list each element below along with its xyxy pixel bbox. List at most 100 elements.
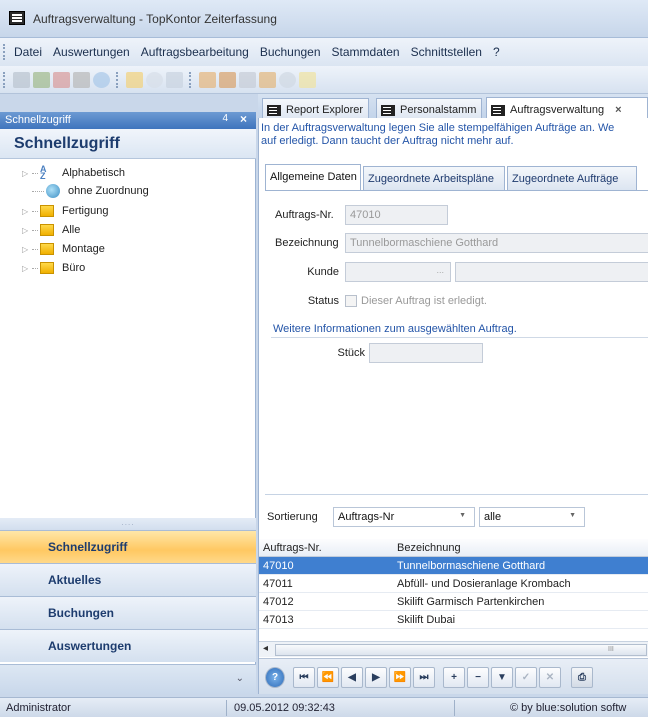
more-info-link[interactable]: Weitere Informationen zum ausgewählten A… [273,323,517,335]
delete-record-button[interactable]: − [467,667,489,688]
tree-item-label: Montage [62,243,105,255]
erledigt-checkbox[interactable] [345,295,357,307]
prev-record-button[interactable]: ◀ [341,667,363,688]
tab-allgemeine-daten[interactable]: Allgemeine Daten [265,164,361,191]
last-record-button[interactable]: ⏭ [413,667,435,688]
tree-item-ohne-zuordnung[interactable]: ohne Zuordnung [22,182,149,200]
order-management-panel: In der Auftragsverwaltung legen Sie alle… [258,118,648,694]
chevron-down-icon[interactable]: ⌄ [236,673,244,684]
pin-icon[interactable]: 4 [222,113,228,124]
toolbar-icon-6[interactable] [126,72,143,88]
sort-select[interactable]: Auftrags-Nr ▼ [333,507,475,527]
table-row[interactable]: 47012 Skilift Garmisch Partenkirchen [259,593,648,611]
expand-icon[interactable]: ▷ [22,226,32,235]
kunde-number-field[interactable]: ... [345,262,451,282]
toolbar-icon-3[interactable] [53,72,70,88]
kunde-name-field[interactable] [455,262,648,282]
table-row[interactable]: 47011 Abfüll- und Dosieranlage Krombach [259,575,648,593]
document-icon[interactable] [239,72,256,88]
nav-splitter[interactable]: .... [0,518,256,530]
az-sort-icon: AZ [40,164,47,181]
calendar-icon[interactable] [166,72,183,88]
tree-item-montage[interactable]: ▷ Montage [22,240,105,258]
record-navigator: ? ⏮ ⏪ ◀ ▶ ⏩ ⏭ + − ▼ ✓ ✕ ⎙ [259,658,648,694]
bezeichnung-field[interactable]: Tunnelbormaschiene Gotthard [345,233,648,253]
nav-overflow[interactable]: ⌄ [0,664,256,694]
menu-auftragsbearbeitung[interactable]: Auftragsbearbeitung [141,45,249,59]
tab-personalstamm[interactable]: Personalstamm [376,98,483,118]
table-row[interactable]: 47010 Tunnelbormaschiene Gotthard [259,557,648,575]
tab-zugeordnete-auftraege[interactable]: Zugeordnete Aufträge [507,166,637,190]
prev-page-button[interactable]: ⏪ [317,667,339,688]
toolbar [0,66,648,94]
scroll-left-icon[interactable]: ◂ [263,643,268,654]
expand-icon[interactable]: ▷ [22,169,32,178]
edit-record-button[interactable]: ▼ [491,667,513,688]
help-icon[interactable] [93,72,110,88]
save-record-button[interactable]: ✓ [515,667,537,688]
tab-arbeitsplaene[interactable]: Zugeordnete Arbeitspläne [363,166,505,190]
user-icon[interactable] [199,72,216,88]
stueck-field[interactable] [369,343,483,363]
table-row[interactable]: 47013 Skilift Dubai [259,611,648,629]
expand-icon[interactable]: ▷ [22,264,32,273]
group-icon[interactable] [259,72,276,88]
sort-bar: Sortierung Auftrags-Nr ▼ alle ▼ [265,494,648,538]
add-record-button[interactable]: + [443,667,465,688]
menu-stammdaten[interactable]: Stammdaten [332,45,400,59]
nav-auswertungen[interactable]: Auswertungen [0,629,256,662]
help-icon[interactable]: ? [265,667,285,688]
menu-datei[interactable]: Datei [14,45,42,59]
ellipsis-button[interactable]: ... [436,265,444,275]
toolbar-grip-3[interactable] [189,72,191,88]
auftrags-nr-field[interactable]: 47010 [345,205,448,225]
menu-grip[interactable] [3,44,5,60]
menu-help[interactable]: ? [493,45,500,59]
next-page-button[interactable]: ⏩ [389,667,411,688]
menu-schnittstellen[interactable]: Schnittstellen [411,45,482,59]
scroll-thumb[interactable]: III [275,644,647,656]
tree-item-buero[interactable]: ▷ Büro [22,259,85,277]
expand-icon[interactable]: ▷ [22,245,32,254]
next-record-button[interactable]: ▶ [365,667,387,688]
separator [271,337,648,338]
column-header-nr[interactable]: Auftrags-Nr. [263,542,322,554]
menu-auswertungen[interactable]: Auswertungen [53,45,130,59]
tab-report-explorer[interactable]: Report Explorer [262,98,370,118]
horizontal-scrollbar[interactable]: ◂ III [259,641,648,657]
detail-tabs: Allgemeine Daten Zugeordnete Arbeitsplän… [265,164,648,191]
tree-item-fertigung[interactable]: ▷ Fertigung [22,202,108,220]
status-datetime: 09.05.2012 09:32:43 [234,702,335,714]
nav-aktuelles[interactable]: Aktuelles [0,563,256,596]
toolbar-grip[interactable] [3,72,5,88]
window-title: Auftragsverwaltung - TopKontor Zeiterfas… [33,12,277,26]
clock-icon[interactable] [279,72,296,88]
app-icon[interactable] [9,11,25,25]
tab-auftragsverwaltung[interactable]: Auftragsverwaltung × [486,97,648,119]
tools-icon[interactable] [73,72,90,88]
info-text: In der Auftragsverwaltung legen Sie alle… [261,122,648,148]
tab-label: Personalstamm [400,104,477,116]
print-icon[interactable]: ⎙ [571,667,593,688]
column-header-bezeichnung[interactable]: Bezeichnung [397,542,461,554]
expand-icon[interactable]: ▷ [22,207,32,216]
status-copyright: © by blue:solution softw [510,702,627,714]
tree-item-alle[interactable]: ▷ Alle [22,221,80,239]
toolbar-grip-2[interactable] [116,72,118,88]
users-icon[interactable] [219,72,236,88]
nav-buchungen[interactable]: Buchungen [0,596,256,629]
panel-close-icon[interactable]: × [240,112,247,126]
first-record-button[interactable]: ⏮ [293,667,315,688]
tab-label: Auftragsverwaltung [510,104,605,116]
nav-schnellzugriff[interactable]: Schnellzugriff [0,530,256,563]
toolbar-icon-1[interactable] [13,72,30,88]
erledigt-text: Dieser Auftrag ist erledigt. [361,295,487,307]
close-icon[interactable]: × [615,104,621,116]
menu-buchungen[interactable]: Buchungen [260,45,321,59]
toolbar-icon-2[interactable] [33,72,50,88]
eye-icon[interactable] [146,72,163,88]
tree-item-alphabetisch[interactable]: ▷ AZ Alphabetisch [22,164,125,182]
filter-select[interactable]: alle ▼ [479,507,585,527]
export-icon[interactable] [299,72,316,88]
cancel-record-button[interactable]: ✕ [539,667,561,688]
